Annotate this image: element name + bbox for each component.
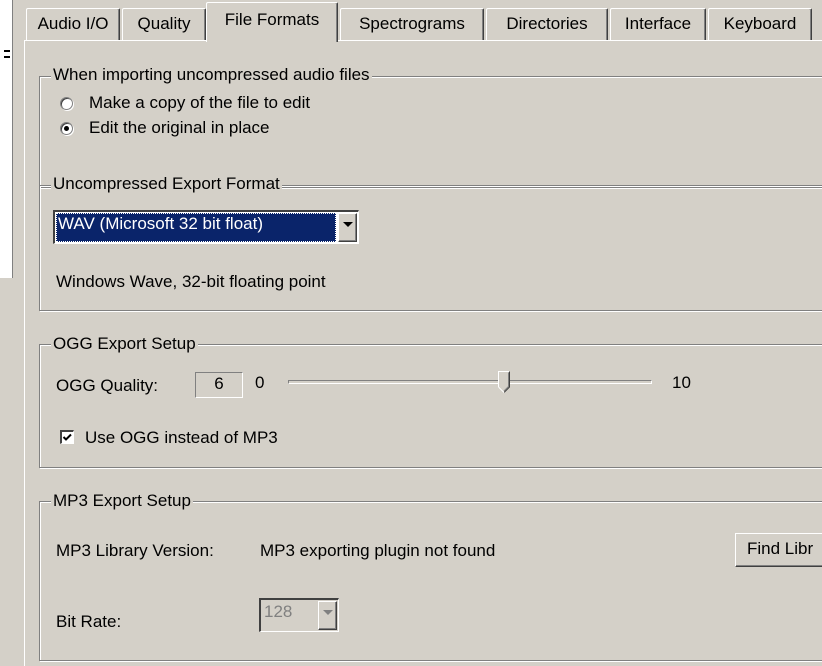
chevron-down-icon	[323, 610, 333, 615]
export-format-description: Windows Wave, 32-bit floating point	[56, 272, 326, 291]
export-format-select-value: WAV (Microsoft 32 bit float)	[56, 213, 336, 242]
export-format-dropdown-button[interactable]	[338, 213, 357, 242]
mp3-library-version-label: MP3 Library Version:	[56, 541, 214, 560]
tab-keyboard[interactable]: Keyboard	[708, 8, 812, 40]
import-group-title: When importing uncompressed audio files	[51, 65, 372, 85]
radio-make-copy[interactable]	[60, 97, 73, 110]
export-format-group	[39, 185, 822, 311]
use-ogg-label[interactable]: Use OGG instead of MP3	[85, 428, 278, 448]
bit-rate-label: Bit Rate:	[56, 612, 122, 631]
find-library-button[interactable]: Find Libr	[735, 533, 822, 567]
ogg-slider-max-label: 10	[672, 373, 691, 392]
use-ogg-checkbox[interactable]	[60, 430, 74, 444]
tab-file-formats[interactable]: File Formats	[206, 2, 338, 42]
preferences-dialog: Audio I/O Quality File Formats Spectrogr…	[0, 0, 822, 666]
bit-rate-select-value: 128	[264, 602, 293, 621]
ogg-quality-value: 6	[195, 372, 243, 398]
mp3-library-version-value: MP3 exporting plugin not found	[260, 541, 496, 560]
ogg-group	[39, 344, 822, 468]
ogg-group-title: OGG Export Setup	[51, 334, 198, 354]
export-format-select[interactable]: WAV (Microsoft 32 bit float)	[53, 210, 359, 244]
bit-rate-select[interactable]: 128	[259, 598, 339, 632]
export-format-group-title: Uncompressed Export Format	[51, 174, 282, 194]
tab-audio-io[interactable]: Audio I/O	[26, 8, 120, 40]
mp3-group	[39, 501, 822, 661]
background-window-glyph	[4, 50, 10, 58]
checkmark-icon	[62, 433, 72, 441]
ogg-slider-min-label: 0	[255, 373, 265, 392]
radio-make-copy-label[interactable]: Make a copy of the file to edit	[89, 93, 310, 113]
mp3-group-title: MP3 Export Setup	[51, 491, 193, 511]
tab-quality[interactable]: Quality	[122, 8, 206, 40]
chevron-down-icon	[343, 222, 353, 227]
tab-spectrograms[interactable]: Spectrograms	[340, 8, 484, 40]
tab-directories[interactable]: Directories	[486, 8, 608, 40]
background-window-edge	[0, 0, 13, 278]
tab-interface[interactable]: Interface	[610, 8, 706, 40]
ogg-quality-label: OGG Quality:	[56, 376, 159, 395]
bit-rate-dropdown-button[interactable]	[318, 601, 337, 630]
ogg-quality-slider-track[interactable]	[288, 380, 652, 384]
radio-edit-in-place[interactable]	[60, 122, 73, 135]
ogg-quality-slider-thumb[interactable]	[498, 371, 510, 393]
radio-edit-in-place-label[interactable]: Edit the original in place	[89, 118, 270, 138]
radio-selected-dot	[64, 126, 69, 131]
file-formats-panel: When importing uncompressed audio files …	[24, 40, 822, 666]
